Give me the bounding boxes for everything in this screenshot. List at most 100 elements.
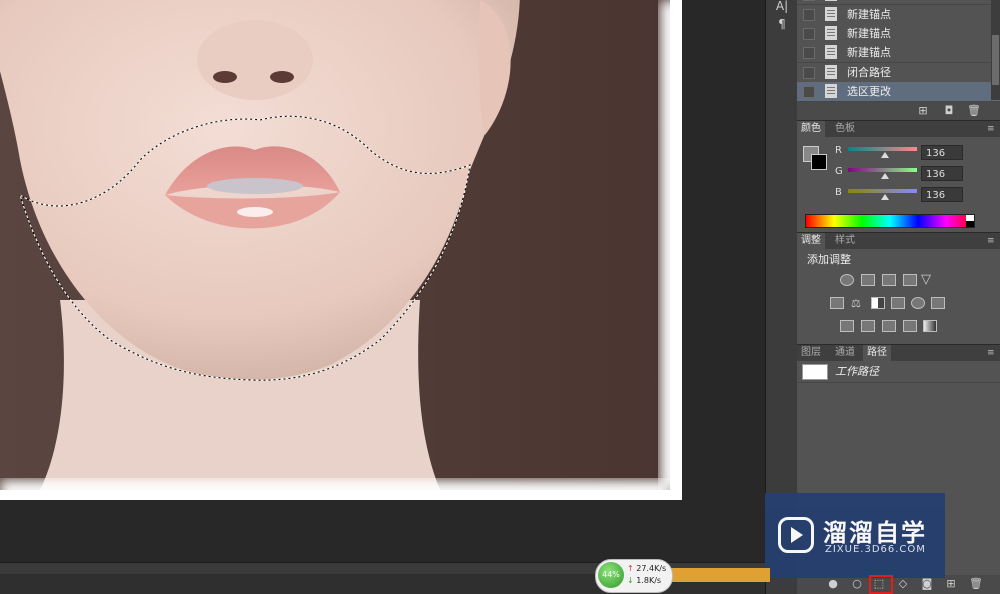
history-scroll-thumb[interactable]: [992, 35, 999, 85]
channel-label-b: B: [835, 187, 842, 198]
green-slider-track[interactable]: [848, 168, 917, 172]
upload-speed: ↑ 27.4K/s: [627, 564, 666, 573]
new-path-icon[interactable]: ⊞: [945, 578, 957, 590]
history-item[interactable]: 闭合路径: [797, 63, 1000, 83]
network-usage-ball: 44%: [598, 562, 624, 588]
invert-icon[interactable]: [840, 320, 854, 332]
history-checkbox[interactable]: [803, 28, 815, 40]
hue-saturation-icon[interactable]: [830, 297, 844, 309]
blue-slider-knob[interactable]: [881, 194, 889, 200]
download-arrow-icon: ↓: [627, 576, 637, 585]
upload-speed-value: 27.4K/s: [636, 564, 667, 573]
history-item[interactable]: 新建锚点: [797, 5, 1000, 25]
gradient-map-icon[interactable]: [923, 320, 937, 332]
watermark-subtitle: ZIXUE.3D66.COM: [825, 544, 926, 555]
channel-mixer-icon[interactable]: [911, 297, 925, 309]
red-slider-track[interactable]: [848, 147, 917, 151]
trash-icon[interactable]: 🗑: [969, 578, 983, 590]
fill-path-icon[interactable]: ●: [827, 578, 839, 590]
adjustments-panel-tabs: 调整 样式 ≡: [797, 232, 1000, 249]
history-item-label: 新建锚点: [847, 46, 891, 59]
history-item[interactable]: 新建锚点: [797, 24, 1000, 44]
tab-color[interactable]: 颜色: [797, 121, 825, 137]
history-step-icon: [825, 26, 837, 40]
path-row[interactable]: 工作路径: [797, 361, 1000, 383]
history-checkbox[interactable]: [803, 9, 815, 21]
color-panel-tabs: 颜色 色板 ≡: [797, 120, 1000, 137]
color-lookup-icon[interactable]: [931, 297, 945, 309]
network-speed-widget[interactable]: 44% ↑ 27.4K/s ↓ 1.8K/s: [595, 559, 673, 593]
download-speed-value: 1.8K/s: [636, 576, 662, 585]
panel-menu-icon[interactable]: ≡: [987, 348, 997, 358]
background-color-swatch[interactable]: [811, 154, 827, 170]
history-item[interactable]: 新建锚点: [797, 43, 1000, 63]
black-white-icon[interactable]: [871, 297, 885, 309]
document-canvas[interactable]: [0, 0, 765, 594]
watermark-logo: 溜溜自学 ZIXUE.3D66.COM: [765, 493, 945, 578]
portrait-photo[interactable]: [0, 0, 670, 490]
brightness-contrast-icon[interactable]: [840, 274, 854, 286]
history-item-label: 闭合路径: [847, 66, 891, 79]
selective-color-icon[interactable]: [903, 320, 917, 332]
upload-arrow-icon: ↑: [627, 564, 637, 573]
green-slider-knob[interactable]: [881, 173, 889, 179]
history-bottom-bar: ⊞ ◘ 🗑: [797, 102, 1000, 120]
blue-value-field[interactable]: 136: [921, 187, 963, 202]
history-step-icon: [825, 65, 837, 79]
threshold-icon[interactable]: [882, 320, 896, 332]
add-mask-icon[interactable]: ◙: [921, 578, 933, 590]
character-panel-icon[interactable]: A|: [774, 0, 790, 14]
history-scrollbar[interactable]: [991, 0, 1000, 100]
tab-adjustments[interactable]: 调整: [797, 233, 825, 249]
exposure-icon[interactable]: [903, 274, 917, 286]
color-spectrum-bar[interactable]: [805, 214, 975, 228]
tab-channels[interactable]: 通道: [831, 345, 859, 361]
levels-icon[interactable]: [861, 274, 875, 286]
toolbar-strip: [670, 568, 770, 582]
history-panel: 新建锚点 新建锚点 新建锚点 闭合路径 选区更改 ⊞ ◘ 🗑: [797, 0, 1000, 120]
history-step-icon: [825, 45, 837, 59]
make-work-path-icon[interactable]: ◇: [897, 578, 909, 590]
stroke-path-icon[interactable]: ○: [851, 578, 863, 590]
history-step-icon: [825, 84, 837, 98]
posterize-icon[interactable]: [861, 320, 875, 332]
vibrance-icon[interactable]: ▽: [921, 272, 931, 287]
history-checkbox[interactable]: [803, 0, 815, 1]
history-checkbox[interactable]: [803, 67, 815, 79]
panel-menu-icon[interactable]: ≡: [987, 124, 997, 134]
tab-swatches[interactable]: 色板: [831, 121, 859, 137]
red-value-field[interactable]: 136: [921, 145, 963, 160]
new-document-from-state-icon[interactable]: ⊞: [917, 105, 929, 117]
portrait-illustration: [0, 0, 670, 490]
history-item-selected[interactable]: 选区更改: [797, 82, 1000, 102]
path-thumbnail: [802, 364, 828, 380]
history-checkbox[interactable]: [803, 86, 815, 98]
blue-slider-track[interactable]: [848, 189, 917, 193]
history-step-icon: [825, 7, 837, 21]
trash-icon[interactable]: 🗑: [967, 105, 981, 117]
highlight-box: [869, 575, 893, 594]
photo-filter-icon[interactable]: [891, 297, 905, 309]
red-slider-knob[interactable]: [881, 152, 889, 158]
color-balance-icon[interactable]: ⚖: [851, 297, 865, 310]
history-item-label: 选区更改: [847, 85, 891, 98]
history-step-icon: [825, 0, 837, 1]
history-item-label: 新建锚点: [847, 8, 891, 21]
add-adjustment-heading: 添加调整: [807, 253, 851, 266]
history-item-label: 新建锚点: [847, 27, 891, 40]
curves-icon[interactable]: [882, 274, 896, 286]
tab-styles[interactable]: 样式: [831, 233, 859, 249]
green-value-field[interactable]: 136: [921, 166, 963, 181]
download-speed: ↓ 1.8K/s: [627, 576, 661, 585]
tab-layers[interactable]: 图层: [797, 345, 825, 361]
play-logo-icon: [778, 517, 814, 553]
paragraph-panel-icon[interactable]: ¶: [774, 16, 790, 32]
layers-panel-tabs: 图层 通道 路径 ≡: [797, 344, 1000, 361]
channel-label-r: R: [835, 145, 842, 156]
tab-paths[interactable]: 路径: [863, 345, 891, 361]
path-name: 工作路径: [835, 365, 879, 378]
camera-snapshot-icon[interactable]: ◘: [943, 105, 955, 117]
panel-menu-icon[interactable]: ≡: [987, 236, 997, 246]
canvas-image-frame: [0, 0, 682, 500]
history-checkbox[interactable]: [803, 47, 815, 59]
